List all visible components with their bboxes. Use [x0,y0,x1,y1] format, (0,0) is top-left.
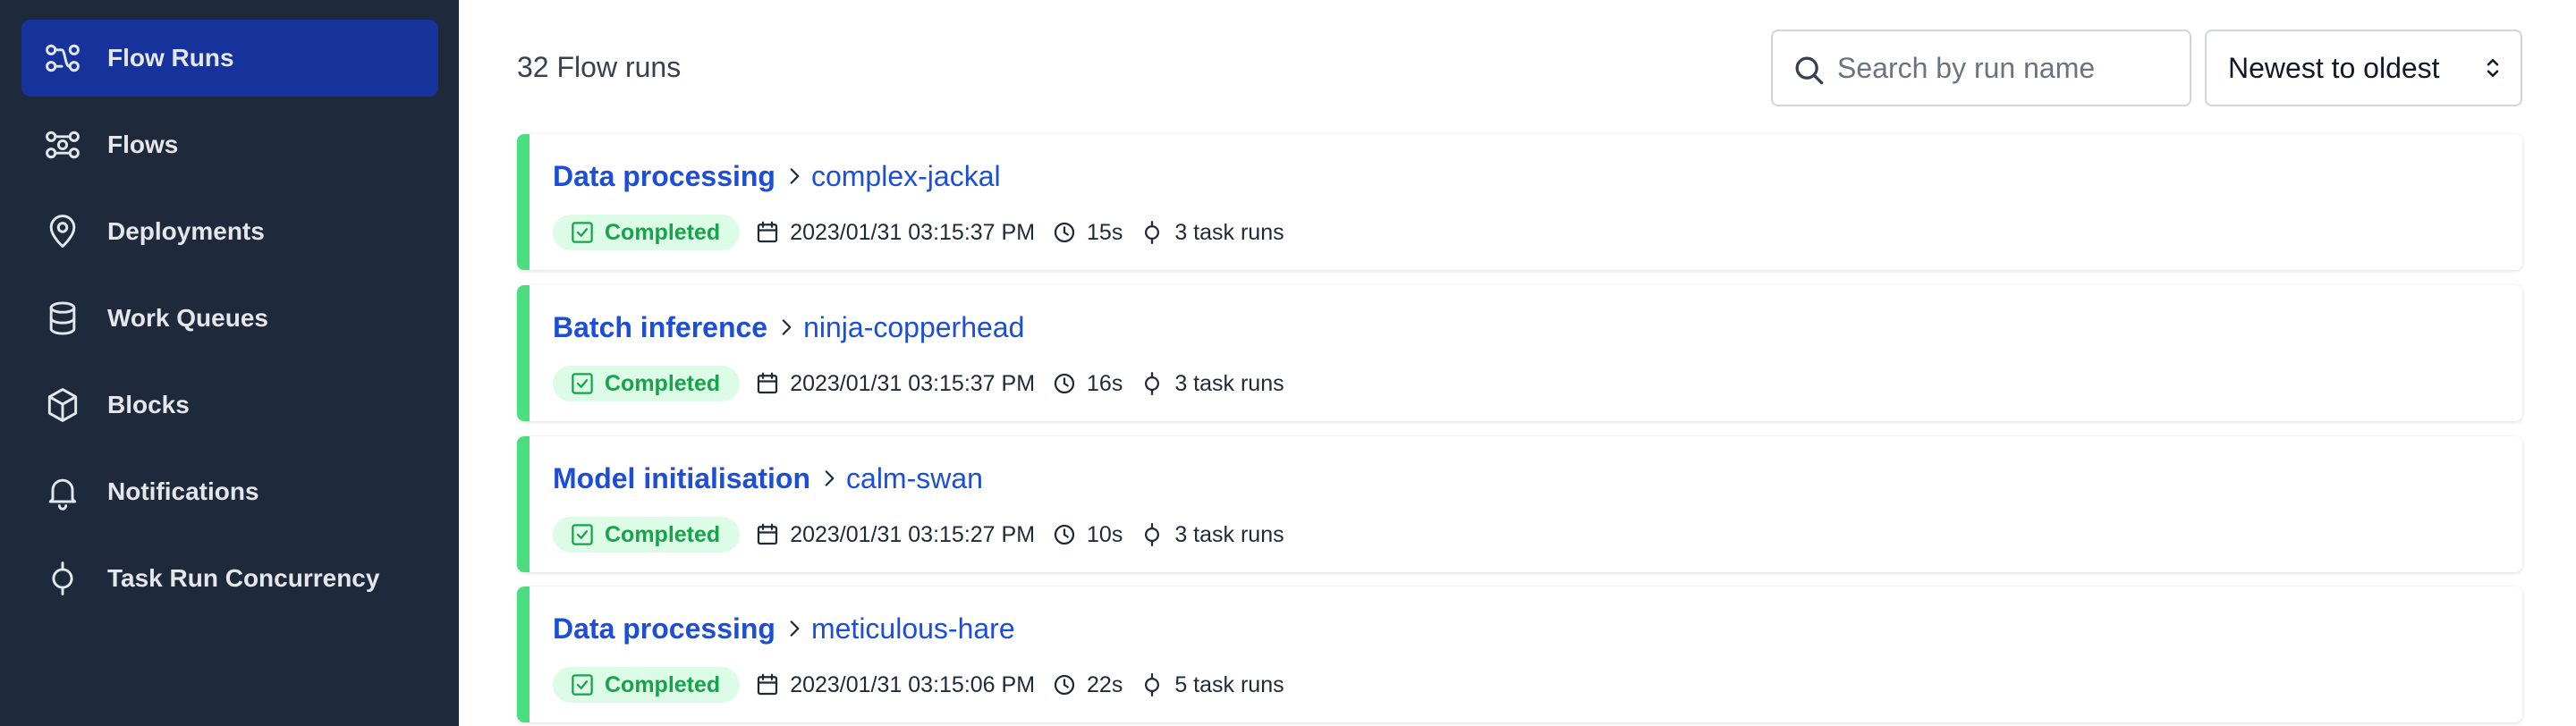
clock-icon [1054,222,1075,243]
flow-run-card[interactable]: Data processing complex-jackal Completed… [517,134,2522,270]
sidebar-item-flows[interactable]: Flows [21,106,438,183]
task-runs-count: 5 task runs [1139,671,1284,698]
sidebar-item-label: Task Run Concurrency [107,564,380,592]
task-runs-count: 3 task runs [1139,521,1284,548]
search-box[interactable] [1771,30,2191,106]
check-square-icon [572,524,593,545]
card-title: Data processing complex-jackal [553,156,1001,197]
check-square-icon [572,674,593,696]
start-time: 2023/01/31 03:15:27 PM [754,521,1035,548]
task-runs-count: 3 task runs [1139,370,1284,397]
sidebar-item-label: Flow Runs [107,44,234,72]
run-name-link[interactable]: meticulous-hare [811,612,1015,646]
flow-name-link[interactable]: Batch inference [553,311,767,344]
flow-run-card[interactable]: Model initialisation calm-swan Completed… [517,436,2522,572]
chevron-up-down-icon [2487,59,2499,77]
task-run-icon [1145,673,1160,696]
state-badge: Completed [553,366,741,401]
calendar-icon [758,673,778,696]
run-name-link[interactable]: calm-swan [846,462,983,495]
task-runs-count: 3 task runs [1139,219,1284,246]
flow-run-card[interactable]: Data processing meticulous-hare Complete… [517,587,2522,722]
search-input[interactable] [1837,31,2177,105]
sidebar-item-label: Deployments [107,217,265,245]
chevron-right-icon [825,470,835,486]
card-title: Model initialisation calm-swan [553,458,983,499]
flow-name-link[interactable]: Data processing [553,612,775,646]
task-run-icon [43,559,82,598]
sidebar-item-label: Blocks [107,391,190,418]
flow-runs-count: 32 Flow runs [517,51,682,83]
sidebar: Flow Runs Flows Deployments Work Queues … [0,0,459,726]
run-meta: Completed 2023/01/31 03:15:37 PM 16s 3 t… [553,365,1301,402]
duration: 10s [1051,521,1123,548]
sidebar-item-label: Notifications [107,477,259,505]
task-run-icon [1145,523,1160,546]
chevron-right-icon [790,620,800,637]
state-badge: Completed [553,667,741,703]
sidebar-item-flow-runs[interactable]: Flow Runs [21,20,438,97]
sort-select[interactable]: Newest to oldest [2205,30,2522,106]
start-time: 2023/01/31 03:15:06 PM [754,671,1035,698]
flow-name-link[interactable]: Model initialisation [553,462,810,495]
task-run-icon [1145,221,1160,244]
flow-run-card[interactable]: Batch inference ninja-copperhead Complet… [517,285,2522,421]
chevron-right-icon [782,319,792,335]
task-run-icon [1145,372,1160,395]
check-square-icon [572,222,593,243]
cube-icon [43,385,82,425]
flow-runs-icon [43,38,82,78]
location-pin-icon [43,212,82,251]
search-icon [1795,56,1824,85]
run-meta: Completed 2023/01/31 03:15:37 PM 15s 3 t… [553,214,1301,251]
card-title: Data processing meticulous-hare [553,608,1015,649]
flows-icon [43,125,82,165]
database-icon [43,299,82,338]
duration: 22s [1051,671,1123,698]
sidebar-item-label: Flows [107,131,179,158]
run-name-link[interactable]: ninja-copperhead [803,311,1024,344]
duration: 15s [1051,219,1123,246]
card-title: Batch inference ninja-copperhead [553,307,1024,348]
sidebar-item-notifications[interactable]: Notifications [21,453,438,530]
run-meta: Completed 2023/01/31 03:15:06 PM 22s 5 t… [553,666,1301,704]
check-square-icon [572,373,593,394]
flow-name-link[interactable]: Data processing [553,160,775,193]
sidebar-item-work-queues[interactable]: Work Queues [21,280,438,357]
start-time: 2023/01/31 03:15:37 PM [754,219,1035,246]
sidebar-item-label: Work Queues [107,304,268,332]
sidebar-item-deployments[interactable]: Deployments [21,193,438,270]
calendar-icon [758,523,778,545]
calendar-icon [758,221,778,243]
duration: 16s [1051,370,1123,397]
run-meta: Completed 2023/01/31 03:15:27 PM 10s 3 t… [553,516,1301,553]
state-badge: Completed [553,517,741,553]
sort-selected-label: Newest to oldest [2228,52,2440,84]
chevron-right-icon [790,168,800,184]
main-content: 32 Flow runs Newest to oldest Data proce… [459,0,2576,726]
clock-icon [1054,674,1075,696]
sidebar-item-blocks[interactable]: Blocks [21,367,438,443]
sidebar-item-task-run-concurrency[interactable]: Task Run Concurrency [21,540,438,617]
start-time: 2023/01/31 03:15:37 PM [754,370,1035,397]
run-name-link[interactable]: complex-jackal [811,160,1001,193]
bell-icon [43,472,82,511]
clock-icon [1054,524,1075,545]
clock-icon [1054,373,1075,394]
state-badge: Completed [553,215,741,250]
calendar-icon [758,372,778,394]
